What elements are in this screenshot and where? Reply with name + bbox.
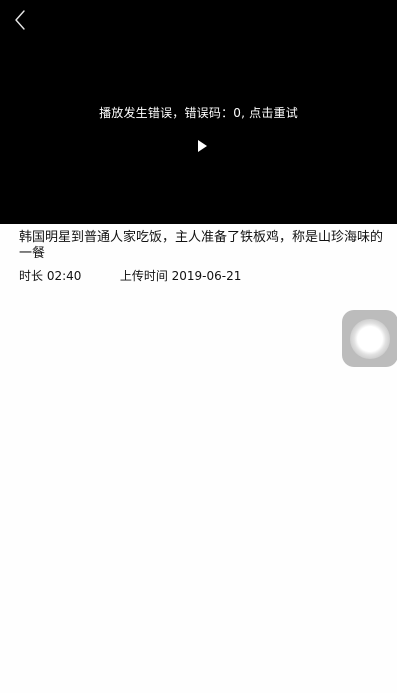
video-duration: 时长 02:40: [19, 269, 82, 283]
play-button[interactable]: [194, 138, 210, 154]
video-upload-time: 上传时间 2019-06-21: [119, 269, 242, 283]
video-title: 韩国明星到普通人家吃饭，主人准备了铁板鸡，称是山珍海味的一餐: [19, 230, 384, 261]
video-player[interactable]: 播放发生错误，错误码：0, 点击重试: [0, 0, 397, 224]
player-error-message[interactable]: 播放发生错误，错误码：0, 点击重试: [0, 104, 397, 121]
video-detail-page: 播放发生错误，错误码：0, 点击重试 韩国明星到普通人家吃饭，主人准备了铁板鸡，…: [0, 0, 397, 693]
assistive-touch-icon: [350, 318, 390, 359]
video-meta: 时长 02:40 上传时间 2019-06-21: [19, 267, 241, 284]
back-button[interactable]: [6, 6, 34, 34]
play-icon: [198, 140, 207, 152]
chevron-left-icon: [15, 10, 25, 30]
assistive-touch-button[interactable]: [342, 310, 397, 367]
